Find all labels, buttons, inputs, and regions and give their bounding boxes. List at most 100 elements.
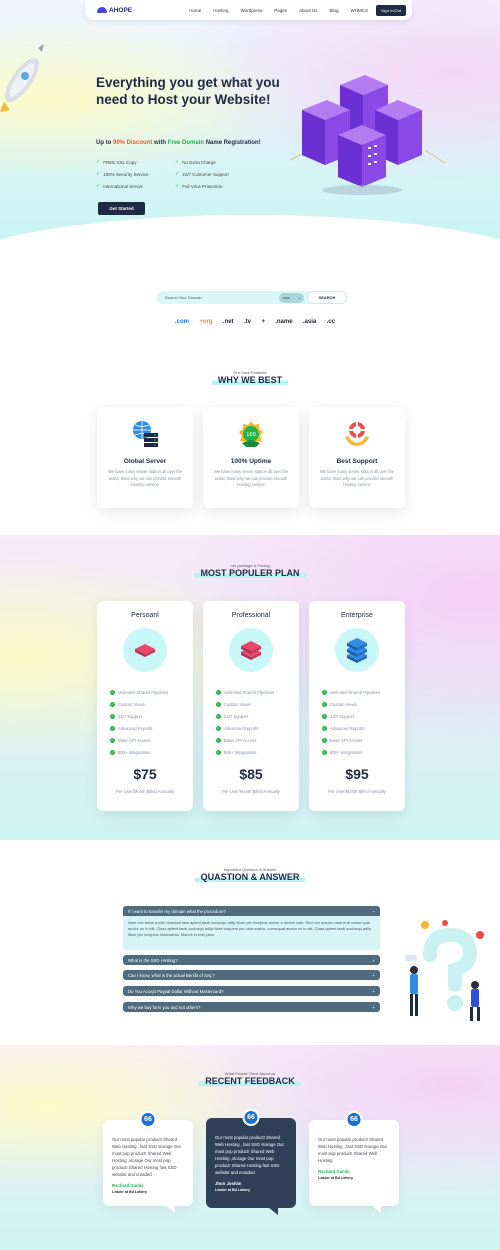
plan-feature-label: 900+ Integrations: [330, 749, 363, 755]
check-icon: ✓: [110, 689, 115, 695]
faq-question-label: What is the SSD Hosting?: [128, 957, 178, 963]
logo[interactable]: AHOPE: [97, 7, 132, 14]
lifebuoy-support-icon: [345, 422, 369, 446]
hero-feature-label: 24/7 Customer Support: [182, 171, 229, 177]
check-icon: ✓: [96, 183, 101, 189]
faq-item[interactable]: Why we buy form you and not others? +: [123, 1002, 380, 1012]
testimonial-role: Leader at Bd Lottery: [215, 1188, 250, 1192]
faq-answer: Nam nec tellus a odio tincidunt lass apt…: [128, 920, 372, 937]
pricing-heading-text: MOST POPULER PLAN: [194, 568, 306, 578]
hero-feature: ✓ 24/7 Customer Support: [175, 171, 246, 177]
check-icon: ✓: [175, 171, 180, 177]
hero-sub-mid: with: [152, 140, 168, 146]
tld-logo-row: .com +org .net .tv + .name .asia .cc: [175, 319, 335, 325]
plan-feature-label: 24/7 Support: [330, 713, 354, 719]
get-started-button[interactable]: Get Started: [98, 202, 145, 215]
plan-feature: ✓ Unlimited Shared Pipelines: [110, 686, 193, 698]
nav-wordpress[interactable]: Wordpress: [241, 8, 263, 13]
speech-tail: [165, 1205, 175, 1213]
nav-whmcs[interactable]: WHMCS: [350, 8, 368, 13]
testimonial-card: 66 Our most popular product! Shared Web …: [103, 1111, 193, 1213]
domain-search-input[interactable]: Search Your Domain: [157, 295, 279, 300]
plan-feature: ✓ Custom Views: [216, 698, 299, 710]
tld-select[interactable]: .com ⌄: [279, 292, 304, 303]
nav-blog[interactable]: Blog: [329, 8, 338, 13]
testimonial-role: Leader at Bd Lottery: [318, 1176, 353, 1180]
plan-feature: ✓ 24/7 Support: [216, 710, 299, 722]
tld-logo: .com: [175, 319, 190, 325]
feedback-heading: RECENT FEEDBACK: [0, 1076, 500, 1086]
plan-feature: ✓ 900+ Integrations: [216, 746, 299, 758]
nav-home[interactable]: Home: [189, 8, 201, 13]
faq-heading-text: QUASTION & ANSWER: [194, 872, 306, 882]
plus-icon: +: [372, 1004, 375, 1010]
server-illustration-icon: [290, 75, 445, 195]
nav-pages[interactable]: Pages: [274, 8, 287, 13]
hero-feature-label: FREE SSL Copy: [103, 159, 137, 165]
plan-feature-label: Advanced Reports: [118, 725, 153, 731]
faq-question[interactable]: If i want to transfer my domain what the…: [123, 906, 380, 916]
rocket-icon: [0, 44, 44, 112]
signin-button[interactable]: Sign In/Out: [375, 4, 406, 16]
plan-name: Persoanl: [131, 612, 159, 619]
testimonial-name: Rechard Gamla: [318, 1169, 350, 1174]
check-icon: ✓: [322, 749, 327, 755]
why-heading: WHY WE BEST: [0, 375, 500, 385]
check-icon: ✓: [322, 737, 327, 743]
plan-feature: ✓ Custom Views: [110, 698, 193, 710]
feature-card-title: Global Server: [123, 458, 167, 465]
feature-card: Global Server We have many server statio…: [97, 407, 193, 508]
check-icon: ✓: [322, 713, 327, 719]
plan-name: Enterprise: [341, 612, 373, 619]
faq-question-label: Why we buy form you and not others?: [128, 1004, 201, 1010]
testimonial-text: Our most popular product! Shared Web Hos…: [112, 1137, 181, 1177]
plan-feature-label: 24/7 Support: [224, 713, 248, 719]
plan-feature: ✓ Basic API Access: [216, 734, 299, 746]
globe-server-icon: [133, 421, 158, 447]
check-icon: ✓: [322, 689, 327, 695]
tld-logo: .cc: [326, 319, 335, 325]
check-icon: ✓: [175, 159, 180, 165]
feature-card: 100 100% Uptime We have many server stat…: [203, 407, 299, 508]
tld-logo: +: [261, 319, 265, 325]
hero-free-domain: Free Domain: [167, 140, 205, 146]
faq-item[interactable]: What is the SSD Hosting? +: [123, 955, 380, 965]
hero-discount: 90% Discount: [113, 140, 153, 146]
nav-about[interactable]: About Us: [299, 8, 318, 13]
check-icon: ✓: [216, 713, 221, 719]
tld-logo: .net: [222, 319, 234, 325]
faq-item[interactable]: Can I know, what is the actual Benifit o…: [123, 970, 380, 980]
plan-feature: ✓ 24/7 Support: [110, 710, 193, 722]
check-icon: ✓: [175, 183, 180, 189]
faq-item[interactable]: Do You Accept Paypal Dollar Without Mast…: [123, 986, 380, 996]
plus-icon: +: [372, 972, 375, 978]
domain-search-button[interactable]: SEARCH: [307, 291, 347, 304]
check-icon: ✓: [110, 737, 115, 743]
hero-feature: ✓ FREE SSL Copy: [96, 159, 167, 165]
top-navbar: AHOPE Home Hosting Wordpress Pages About…: [85, 0, 412, 20]
quote-icon: 66: [345, 1111, 363, 1128]
feature-card-text: We have many server station all over the…: [107, 469, 183, 487]
plan-feature-label: Unlimited Shared Pipelines: [330, 689, 381, 695]
plan-feature: ✓ Basic API Access: [322, 734, 405, 746]
layer-stack-icon: [241, 641, 261, 660]
chevron-down-icon: ⌄: [297, 296, 301, 300]
pricing-card: Enterprise ✓ Unlimited Shared Pipelines ✓…: [309, 601, 405, 811]
faq-question-label: If i want to transfer my domain what the…: [128, 908, 226, 914]
plan-price: $95: [345, 766, 369, 782]
why-heading-text: WHY WE BEST: [211, 375, 289, 385]
plan-billing: Per User/Month Billed Annually: [222, 789, 280, 794]
check-icon: ✓: [110, 725, 115, 731]
plan-feature-label: Advanced Reports: [224, 725, 259, 731]
plan-feature-label: Basic API Access: [224, 737, 257, 743]
plan-feature: ✓ Unlimited Shared Pipelines: [216, 686, 299, 698]
faq-question-label: Do You Accept Paypal Dollar Without Mast…: [128, 988, 224, 994]
hero-feature-label: International Server: [103, 183, 143, 189]
plan-feature-label: Custom Views: [118, 701, 145, 707]
plan-feature: ✓ 900+ Integrations: [322, 746, 405, 758]
plan-feature-list: ✓ Unlimited Shared Pipelines ✓ Custom View…: [110, 686, 193, 758]
plan-feature-label: 24/7 Support: [118, 713, 142, 719]
plus-icon: +: [372, 988, 375, 994]
tld-select-value: .com: [282, 295, 291, 300]
nav-hosting[interactable]: Hosting: [213, 8, 228, 13]
